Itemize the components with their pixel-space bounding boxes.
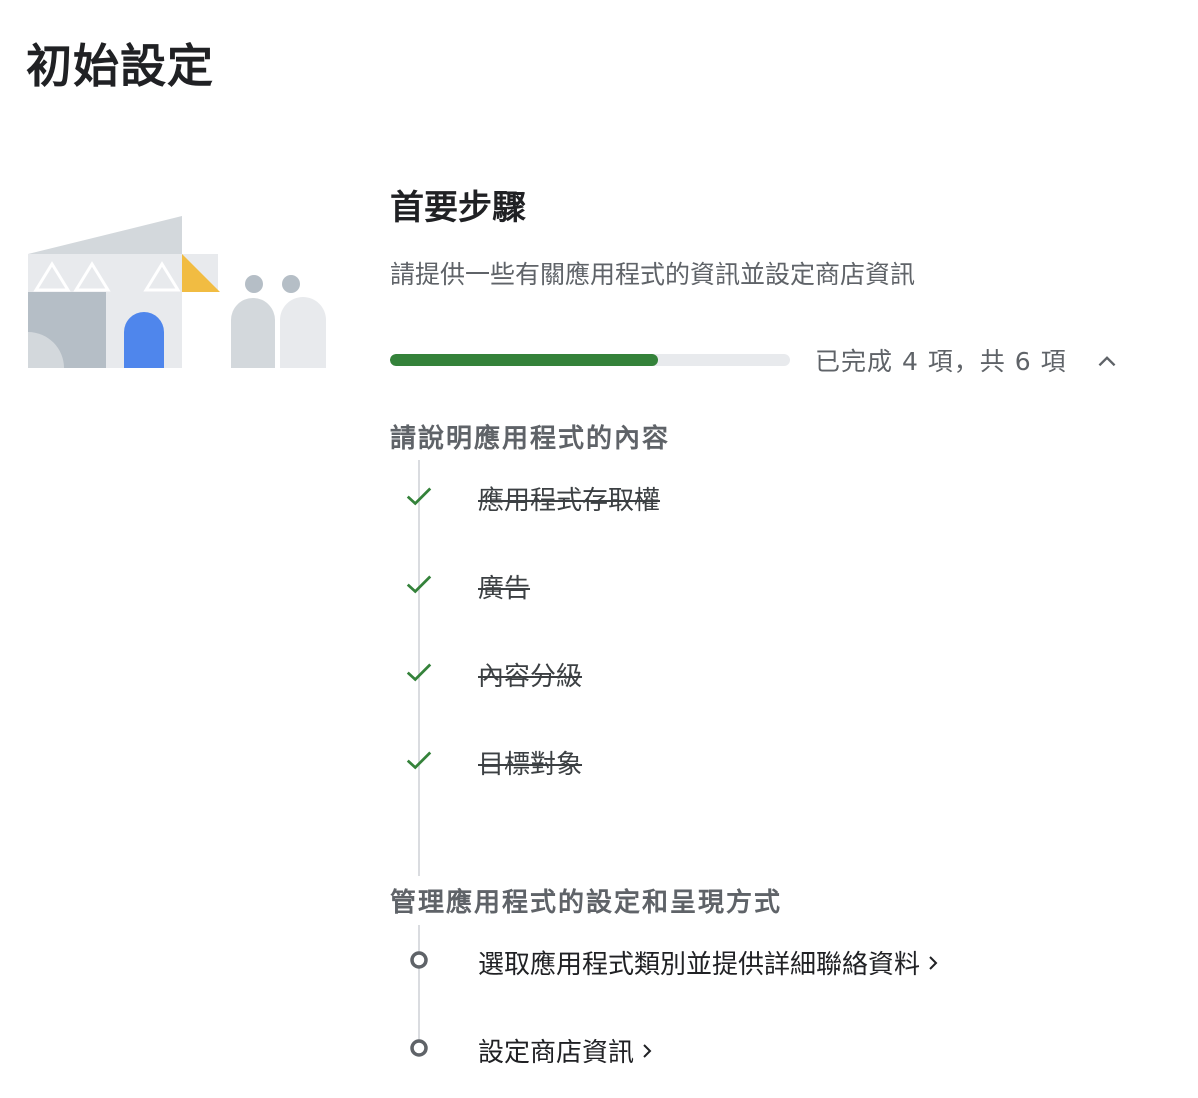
chevron-up-icon: [1098, 356, 1116, 367]
progress-fill: [390, 354, 658, 366]
step-target-audience[interactable]: 目標對象: [478, 744, 582, 781]
step-content-rating[interactable]: 內容分級: [478, 656, 582, 693]
collapse-button[interactable]: [1090, 344, 1124, 378]
check-icon: [402, 743, 436, 777]
step-app-category-label: 選取應用程式類別並提供詳細聯絡資料: [478, 950, 921, 980]
group-title-describe-app: 請說明應用程式的內容: [390, 424, 671, 454]
progress-label: 已完成 4 項，共 6 項: [815, 347, 1067, 376]
check-icon: [402, 655, 436, 689]
step-store-listing-label: 設定商店資訊: [478, 1038, 635, 1068]
step-ads[interactable]: 廣告: [478, 568, 530, 605]
progress-bar: [390, 354, 790, 366]
setup-illustration: [28, 216, 326, 368]
circle-icon: [402, 943, 436, 977]
chevron-right-icon: [926, 953, 940, 973]
circle-icon: [402, 1031, 436, 1065]
step-app-category[interactable]: 選取應用程式類別並提供詳細聯絡資料: [478, 944, 940, 981]
page-title: 初始設定: [26, 39, 214, 93]
group-title-manage-settings: 管理應用程式的設定和呈現方式: [390, 888, 783, 918]
check-icon: [402, 567, 436, 601]
section-title: 首要步驟: [390, 188, 526, 228]
step-app-access[interactable]: 應用程式存取權: [478, 480, 660, 517]
chevron-right-icon: [640, 1041, 654, 1061]
check-icon: [402, 479, 436, 513]
step-store-listing[interactable]: 設定商店資訊: [478, 1032, 654, 1069]
section-description: 請提供一些有關應用程式的資訊並設定商店資訊: [390, 260, 916, 289]
